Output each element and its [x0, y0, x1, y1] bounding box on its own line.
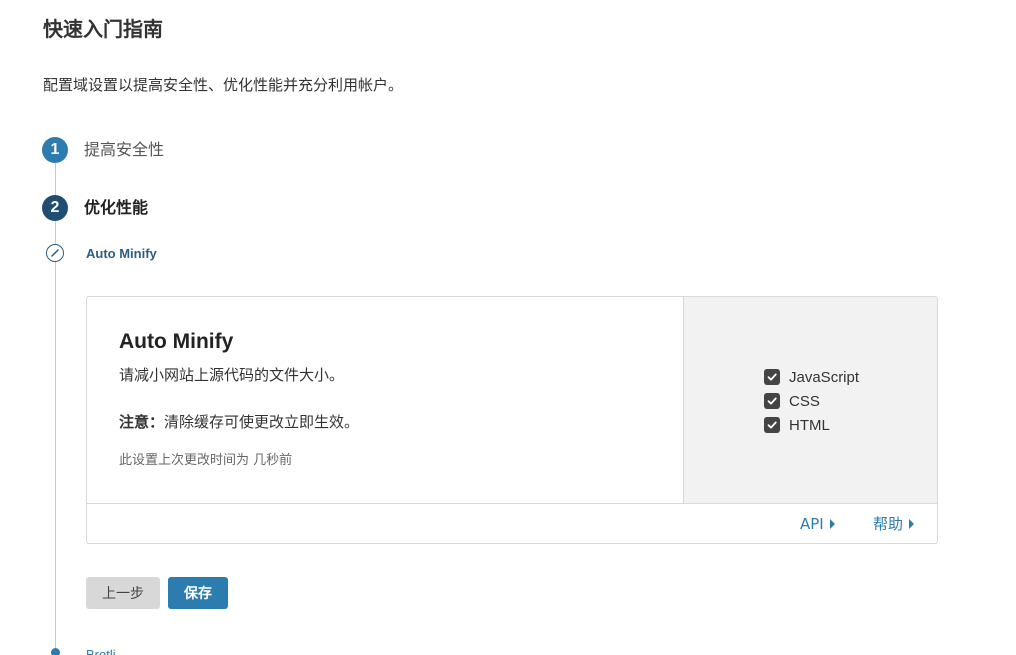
caret-right-icon	[829, 519, 835, 529]
minify-options: JavaScript CSS HTML	[764, 365, 859, 437]
save-button[interactable]: 保存	[168, 577, 228, 609]
substep-auto-minify-label: Auto Minify	[86, 246, 157, 261]
page-subtitle: 配置域设置以提高安全性、优化性能并充分利用帐户。	[43, 76, 404, 94]
checkmark-icon	[767, 421, 777, 429]
css-option[interactable]: CSS	[764, 389, 859, 413]
html-checkbox[interactable]	[764, 417, 780, 433]
card-title: Auto Minify	[119, 330, 234, 353]
last-updated-text: 此设置上次更改时间为 几秒前	[119, 453, 293, 468]
help-link-label[interactable]: 帮助	[873, 514, 903, 534]
step-1-number-badge: 1	[42, 137, 68, 163]
caret-right-icon	[909, 519, 915, 529]
card-description-panel: Auto Minify 请减小网站上源代码的文件大小。 注意：清除缓存可使更改立…	[87, 297, 684, 503]
css-checkbox[interactable]	[764, 393, 780, 409]
html-option[interactable]: HTML	[764, 413, 859, 437]
api-link[interactable]: API	[800, 514, 835, 534]
step-connector-line	[55, 163, 56, 195]
note-text: 清除缓存可使更改立即生效。	[164, 413, 360, 431]
card-footer: API 帮助	[87, 503, 937, 543]
substep-connector-line	[55, 262, 56, 648]
card-description: 请减小网站上源代码的文件大小。	[119, 366, 345, 384]
javascript-checkbox[interactable]	[764, 369, 780, 385]
api-link-label[interactable]: API	[800, 514, 824, 534]
html-label[interactable]: HTML	[789, 417, 830, 434]
step-1-label[interactable]: 提高安全性	[84, 138, 164, 162]
quick-start-page: 快速入门指南 配置域设置以提高安全性、优化性能并充分利用帐户。 1 提高安全性 …	[0, 0, 1016, 655]
checkmark-icon	[767, 397, 777, 405]
javascript-label[interactable]: JavaScript	[789, 369, 859, 386]
substep-dot-icon	[51, 648, 60, 655]
step-connector-line	[55, 221, 56, 244]
page-title: 快速入门指南	[43, 17, 163, 41]
step-2-label: 优化性能	[84, 198, 149, 217]
auto-minify-card: Auto Minify 请减小网站上源代码的文件大小。 注意：清除缓存可使更改立…	[86, 296, 938, 544]
substep-brotli-label[interactable]: Brotli	[86, 646, 116, 655]
checkmark-icon	[767, 373, 777, 381]
css-label[interactable]: CSS	[789, 393, 820, 410]
step-2-number-badge: 2	[42, 195, 68, 221]
card-note: 注意：清除缓存可使更改立即生效。	[119, 411, 359, 433]
compass-icon	[46, 244, 64, 262]
back-button[interactable]: 上一步	[86, 577, 160, 609]
card-options-panel: JavaScript CSS HTML	[684, 297, 937, 503]
javascript-option[interactable]: JavaScript	[764, 365, 859, 389]
help-link[interactable]: 帮助	[873, 514, 915, 534]
note-label: 注意：	[119, 413, 165, 431]
